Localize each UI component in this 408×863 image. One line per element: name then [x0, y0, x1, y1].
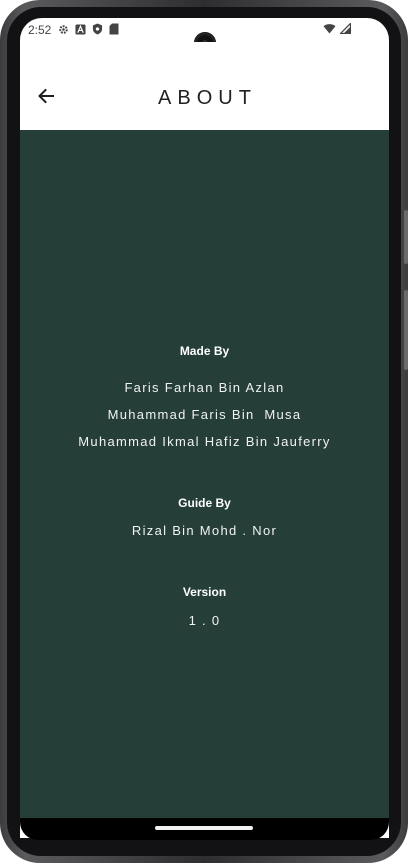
gear-icon: [58, 24, 69, 38]
screen: 2:52 ABOUT Made By Faris Farhan Bin Azla…: [20, 18, 389, 838]
status-icons-left: [58, 23, 119, 38]
power-button: [404, 210, 408, 264]
phone-frame: 2:52 ABOUT Made By Faris Farhan Bin Azla…: [0, 0, 408, 863]
guide-by-heading: Guide By: [178, 496, 231, 510]
home-indicator[interactable]: [155, 826, 253, 830]
a-badge-icon: [75, 23, 86, 38]
wifi-icon: [323, 23, 336, 37]
about-content: Made By Faris Farhan Bin Azlan Muhammad …: [20, 130, 389, 818]
signal-icon: [338, 21, 352, 37]
volume-button: [404, 290, 408, 370]
sd-card-icon: [109, 23, 119, 38]
status-time: 2:52: [28, 23, 52, 37]
status-icons-right: [323, 21, 352, 37]
navigation-bar: [20, 818, 389, 840]
guide-by-name: Rizal Bin Mohd . Nor: [131, 523, 278, 538]
version-heading: Version: [182, 585, 227, 599]
app-bar: ABOUT: [20, 42, 389, 130]
page-title: ABOUT: [158, 87, 257, 109]
version-value: 1 . 0: [188, 613, 221, 628]
made-by-name: Muhammad Ikmal Hafiz Bin Jauferry: [78, 434, 331, 449]
made-by-name: Faris Farhan Bin Azlan: [124, 380, 285, 395]
made-by-heading: Made By: [179, 344, 230, 358]
shield-icon: [92, 23, 103, 38]
made-by-name: Muhammad Faris Bin Musa: [107, 407, 302, 422]
